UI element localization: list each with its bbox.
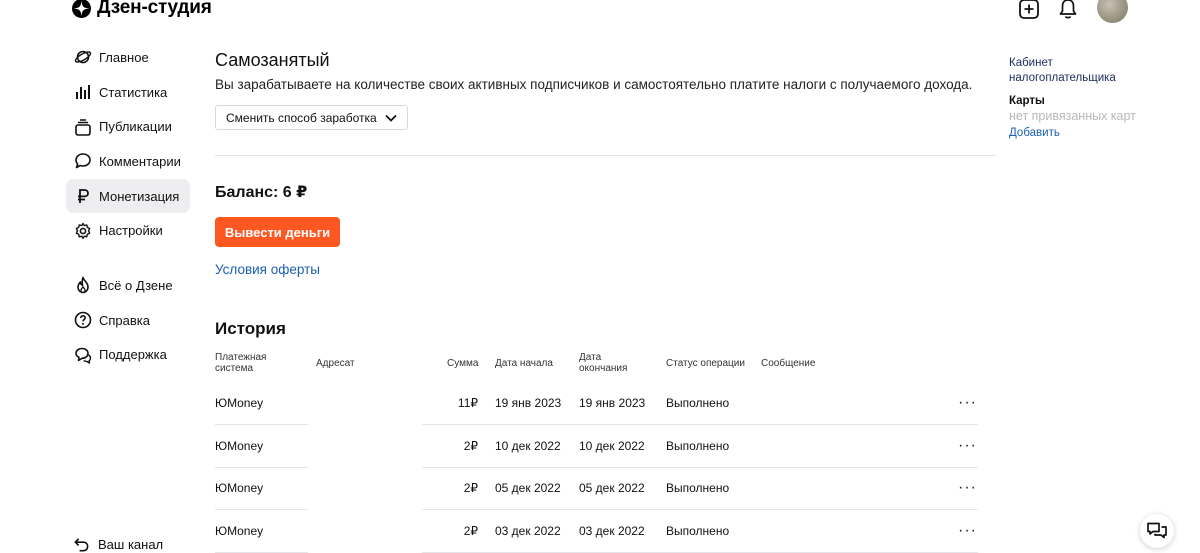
ruble-icon [73,187,92,206]
cell-amount: 11₽ [457,396,478,411]
sidebar-item-label: Монетизация [99,188,180,204]
cell-start-date: 05 дек 2022 [495,481,561,496]
create-button[interactable] [1016,0,1042,22]
table-row: ЮMoney 2₽ 05 дек 2022 05 дек 2022 Выполн… [215,467,978,510]
column-header-recipient: Адресат [316,358,355,369]
gear-icon [73,221,92,240]
bell-icon [1059,0,1077,19]
section-divider [215,155,996,156]
cell-payment-system: ЮMoney [215,481,264,496]
history-title: История [215,319,286,338]
row-more-button[interactable]: ··· [958,480,977,496]
sidebar-item-label: Настройки [99,223,163,239]
cell-start-date: 03 дек 2022 [495,524,561,539]
sidebar-item-publications[interactable]: Публикации [66,109,190,144]
sidebar-item-label: Публикации [99,119,172,135]
cell-end-date: 10 дек 2022 [579,439,645,454]
column-header-status: Статус операции [666,358,745,369]
table-row: ЮMoney 2₽ 03 дек 2022 03 дек 2022 Выполн… [215,510,978,553]
cards-title: Карты [1009,95,1045,107]
right-panel: Кабинет налогоплательщика Карты нет прив… [1009,56,1169,141]
your-channel-link[interactable]: Ваш канал [73,536,163,553]
balance-amount: Баланс: 6 ₽ [215,184,308,201]
sidebar-item-monetization[interactable]: Монетизация [66,178,190,214]
chevron-down-icon [385,114,397,122]
comment-icon [73,152,92,171]
chat-bubbles-icon [1147,522,1167,539]
page-description: Вы зарабатываете на количестве своих акт… [215,77,973,92]
logo-text: Дзен-студия [97,0,212,18]
cell-payment-system: ЮMoney [215,524,264,539]
table-row: ЮMoney 2₽ 10 дек 2022 10 дек 2022 Выполн… [215,425,978,468]
cell-amount: 2₽ [463,524,478,539]
cell-end-date: 19 янв 2023 [579,396,646,411]
cell-status: Выполнено [666,524,730,539]
planet-icon [73,48,92,67]
add-card-link[interactable]: Добавить [1009,127,1060,139]
sidebar-item-label: Статистика [99,84,168,100]
chat-button[interactable] [1140,514,1174,548]
column-header-payment-system: Платежная система [215,352,267,374]
row-more-button[interactable]: ··· [958,438,977,454]
column-header-start-date: Дата начала [495,358,553,369]
plus-square-icon [1019,0,1039,19]
cell-end-date: 03 дек 2022 [579,524,645,539]
your-channel-label: Ваш канал [98,537,164,552]
row-divider [422,551,978,553]
cell-end-date: 05 дек 2022 [579,481,645,496]
sidebar-item-label: Комментарии [99,153,181,169]
sidebar: Главное Статистика Публикации Комментари… [66,40,190,372]
switch-earning-method-button[interactable]: Сменить способ заработка [215,105,408,130]
sidebar-item-support[interactable]: Поддержка [66,338,190,373]
flame-icon [73,276,92,295]
stack-icon [73,117,92,136]
row-more-button[interactable]: ··· [958,523,977,539]
cell-start-date: 19 янв 2023 [495,396,562,411]
offer-terms-link[interactable]: Условия оферты [215,262,320,277]
notifications-button[interactable] [1055,0,1081,22]
switch-earning-method-label: Сменить способ заработка [226,110,377,125]
zen-logo-icon [72,0,91,18]
logo[interactable]: Дзен-студия [72,0,212,19]
taxpayer-cabinet-link[interactable]: Кабинет налогоплательщика [1009,56,1119,86]
bar-chart-icon [73,83,92,102]
sidebar-item-help[interactable]: Справка [66,303,190,338]
sidebar-separator [66,248,190,268]
table-row: ЮMoney 11₽ 19 янв 2023 19 янв 2023 Выпол… [215,382,978,425]
sidebar-item-label: Всё о Дзене [99,277,173,293]
cards-empty-text: нет привязанных карт [1009,109,1136,123]
help-icon [73,311,92,330]
cell-status: Выполнено [666,481,730,496]
sidebar-item-label: Поддержка [99,347,167,363]
sidebar-item-label: Справка [99,312,150,328]
support-icon [73,345,92,364]
cell-amount: 2₽ [463,481,478,496]
column-header-end-date: Дата окончания [579,352,628,374]
sidebar-item-label: Главное [99,49,149,65]
cell-payment-system: ЮMoney [215,396,264,411]
column-header-message: Сообщение [761,358,816,369]
back-arrow-icon [74,538,89,552]
cell-start-date: 10 дек 2022 [495,439,561,454]
withdraw-button[interactable]: Вывести деньги [215,217,340,247]
avatar[interactable] [1097,0,1128,23]
sidebar-item-main[interactable]: Главное [66,40,190,75]
sidebar-item-settings[interactable]: Настройки [66,213,190,248]
column-header-amount: Сумма [447,358,479,369]
cell-status: Выполнено [666,396,730,411]
cell-amount: 2₽ [463,439,478,454]
cell-payment-system: ЮMoney [215,439,264,454]
sidebar-item-about-zen[interactable]: Всё о Дзене [66,268,190,303]
row-more-button[interactable]: ··· [958,395,977,411]
row-divider [215,551,308,553]
cell-status: Выполнено [666,439,730,454]
sidebar-item-statistics[interactable]: Статистика [66,75,190,110]
page-title: Самозанятый [215,50,330,70]
sidebar-item-comments[interactable]: Комментарии [66,144,190,179]
